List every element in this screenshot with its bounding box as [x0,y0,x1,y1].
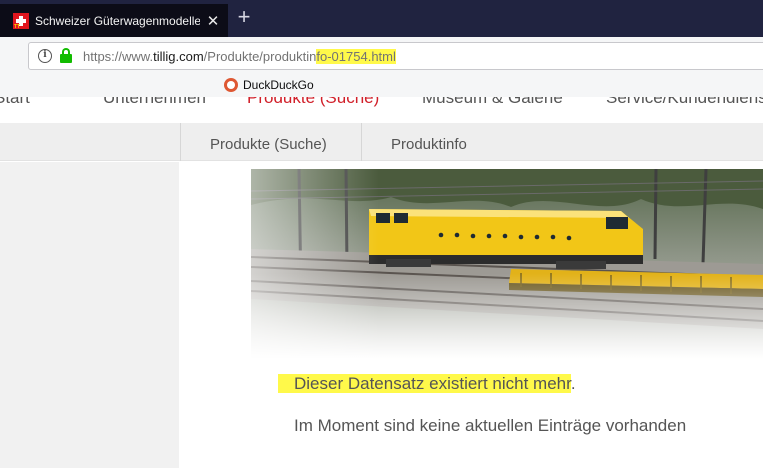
new-tab-button[interactable]: + [233,6,255,28]
left-sidebar [0,162,179,468]
nav-item-produkte[interactable]: Produkte (Suche) [247,97,379,108]
error-message-period: . [570,374,576,393]
empty-state-message: Im Moment sind keine aktuellen Einträge … [294,416,687,435]
tab-title: Schweizer Güterwagenmodelle [35,13,200,28]
close-icon[interactable]: ✕ [204,12,222,30]
main-navigation: Start Unternehmen Produkte (Suche) Museu… [0,97,763,110]
url-path: /Produkte/produktin [203,48,317,64]
nav-item-service[interactable]: Service/Kundendienst [606,97,763,108]
tab-produktinfo[interactable]: Produktinfo [361,123,467,161]
navigation-toolbar: i https://www.tillig.com/Produkte/produk… [0,37,763,75]
tab-produkte-suche[interactable]: Produkte (Suche) [180,123,327,161]
nav-item-unternehmen[interactable]: Unternehmen [103,97,206,108]
tab-strip: TT Schweizer Güterwagenmodelle ✕ + [0,0,763,37]
url-path-highlighted: fo-01754.html [316,48,396,64]
browser-tab[interactable]: TT Schweizer Güterwagenmodelle ✕ [0,4,228,37]
url-host: tillig.com [153,48,204,64]
bookmark-label: DuckDuckGo [243,78,314,92]
model-train-photo [251,169,763,359]
info-icon[interactable]: i [38,49,52,63]
swiss-flag-icon: TT [13,12,29,30]
address-bar[interactable]: i https://www.tillig.com/Produkte/produk… [28,42,763,70]
web-page: Start Unternehmen Produkte (Suche) Museu… [0,97,763,468]
url-text[interactable]: https://www.tillig.com/Produkte/produkti… [83,48,396,64]
bookmarks-toolbar: DuckDuckGo [0,75,763,97]
error-message-highlighted: Dieser Datensatz existiert nicht mehr [278,374,571,393]
url-scheme: https://www. [83,48,154,64]
duckduckgo-icon [224,78,238,92]
error-message: Dieser Datensatz existiert nicht mehr. [278,374,576,394]
nav-item-museum[interactable]: Museum & Galerie [422,97,563,108]
bookmark-duckduckgo[interactable]: DuckDuckGo [224,78,314,92]
nav-item-start[interactable]: Start [0,97,30,108]
header-photo [251,169,763,359]
sub-navigation: Produkte (Suche) Produktinfo [0,123,763,161]
lock-icon[interactable] [59,48,73,64]
browser-window: TT Schweizer Güterwagenmodelle ✕ + i htt… [0,0,763,468]
